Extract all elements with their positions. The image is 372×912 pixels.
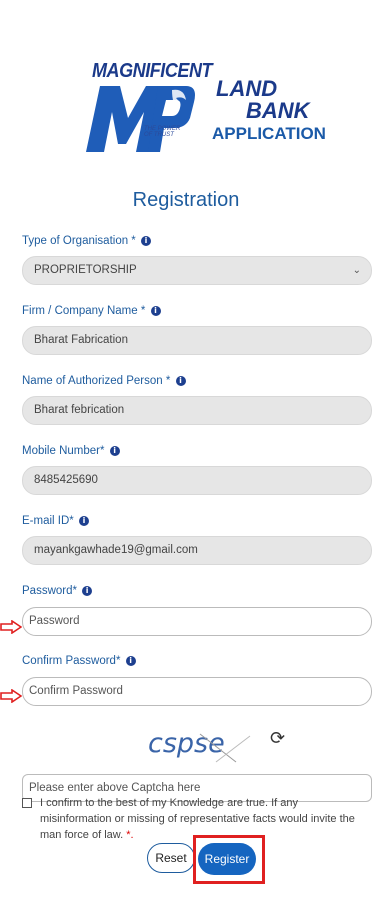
reset-button[interactable]: Reset (147, 843, 195, 873)
organisation-label: Type of Organisation * i (22, 235, 151, 247)
arrow-right-icon (0, 620, 22, 634)
logo: MAGNIFICENT THE POWER OF TRUST LAND BANK… (86, 58, 326, 162)
info-icon[interactable]: i (82, 585, 93, 596)
register-button[interactable]: Register (198, 843, 256, 875)
email-field[interactable]: mayankgawhade19@gmail.com (22, 536, 372, 565)
email-label: E-mail ID* i (22, 515, 89, 527)
info-icon[interactable]: i (175, 375, 186, 386)
info-icon[interactable]: i (78, 515, 89, 526)
password-field[interactable]: Password (22, 607, 372, 636)
logo-bank: BANK (246, 98, 310, 123)
refresh-icon[interactable]: ⟳ (270, 728, 285, 749)
confirm-checkbox[interactable] (22, 798, 32, 808)
mobile-field[interactable]: 8485425690 (22, 466, 372, 495)
info-icon[interactable]: i (125, 655, 136, 666)
arrow-right-icon (0, 689, 22, 703)
info-icon[interactable]: i (109, 445, 120, 456)
info-icon[interactable]: i (141, 235, 151, 246)
mobile-label: Mobile Number* i (22, 445, 120, 457)
logo-application: APPLICATION (212, 124, 326, 143)
firm-name-field[interactable]: Bharat Fabrication (22, 326, 372, 355)
authorized-person-field[interactable]: Bharat febrication (22, 396, 372, 425)
organisation-select[interactable]: PROPRIETORSHIP ⌄ (22, 256, 372, 285)
info-icon[interactable]: i (150, 305, 161, 316)
captcha-noise (199, 733, 251, 763)
chevron-down-icon: ⌄ (352, 265, 361, 276)
page-title: Registration (132, 189, 240, 211)
authorized-person-label: Name of Authorized Person * i (22, 375, 186, 387)
logo-tagline: THE POWER OF TRUST (144, 126, 181, 138)
password-label: Password* i (22, 585, 93, 597)
confirm-password-field[interactable]: Confirm Password (22, 677, 372, 706)
confirm-password-label: Confirm Password* i (22, 655, 136, 667)
firm-label: Firm / Company Name * i (22, 305, 161, 317)
mp-logo-mark (86, 86, 195, 152)
